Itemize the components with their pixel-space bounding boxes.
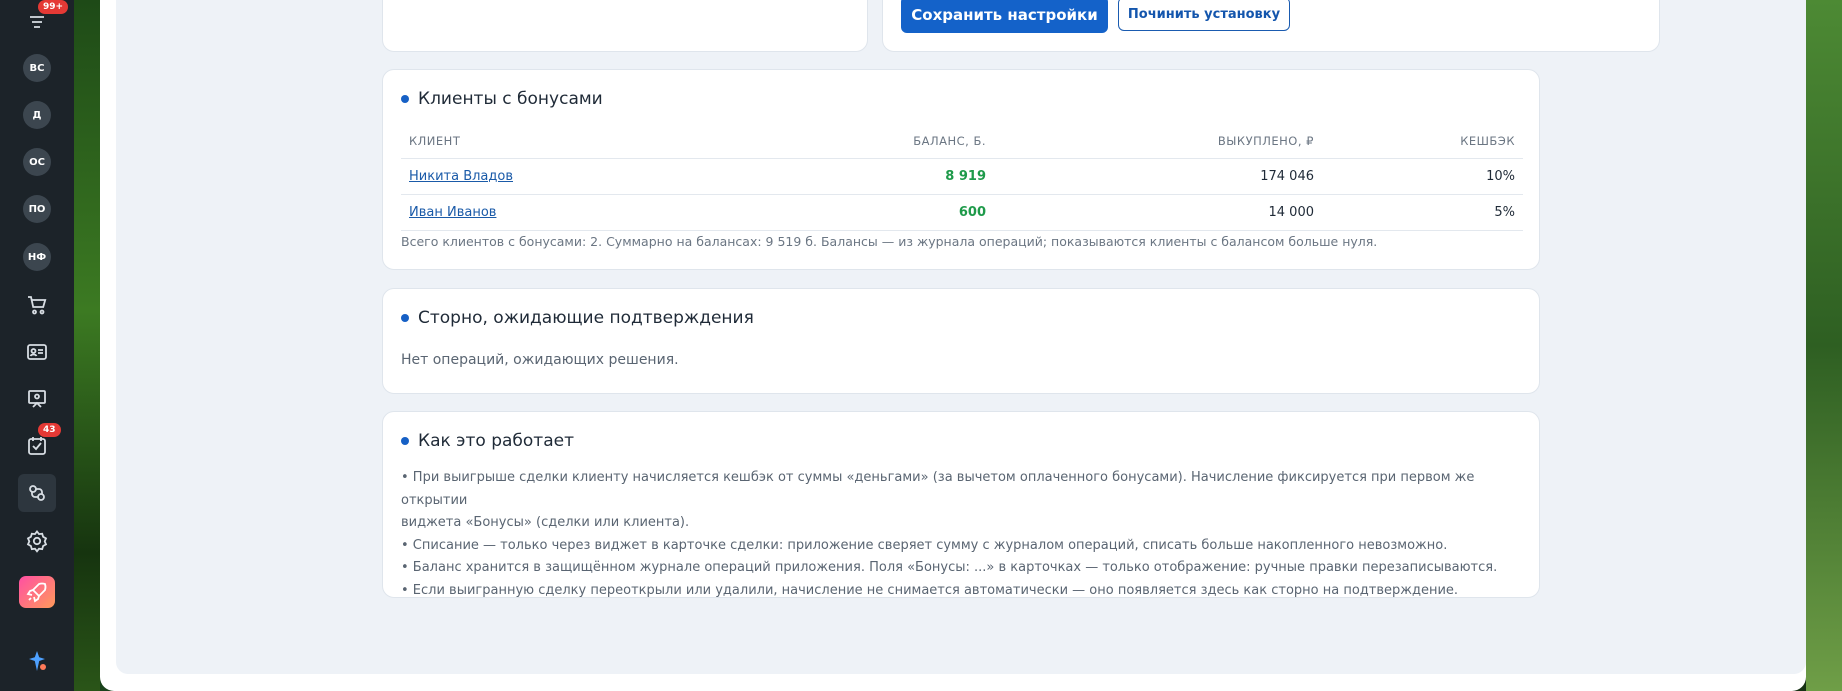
how-text: • При выигрыше сделки клиенту начисляетс… (401, 467, 1521, 602)
feed-badge: 99+ (38, 0, 69, 14)
how-it-works-card: Как это работает • При выигрыше сделки к… (382, 411, 1540, 598)
avatar: ПО (23, 195, 51, 223)
sidebar-item-settings[interactable] (18, 522, 56, 560)
sidebar-item-avatar-os[interactable]: ОС (18, 143, 56, 181)
task-check-icon (28, 437, 46, 455)
presentation-icon (28, 390, 46, 408)
sidebar-item-cart[interactable] (18, 286, 56, 324)
how-line: • Списание — только через виджет в карто… (401, 537, 1448, 553)
contact-card-icon (27, 344, 47, 360)
how-line: • Если выигранную сделку переоткрыли или… (401, 582, 1459, 598)
sidebar-item-launcher[interactable] (18, 573, 56, 611)
app-sidebar: 99+ ВС Д ОС ПО НФ 43 (0, 0, 74, 691)
how-line: виджета «Бонусы» (сделки или клиента). (401, 515, 690, 530)
client-purchased: 174 046 (994, 158, 1322, 195)
avatar: НФ (23, 243, 51, 271)
rocket-icon (19, 576, 55, 608)
how-title: Как это работает (401, 431, 574, 451)
sidebar-item-assistant[interactable] (18, 642, 56, 680)
main-page: Сохранить настройки Починить установку К… (100, 0, 1806, 691)
tasks-badge: 43 (38, 423, 61, 437)
client-purchased: 14 000 (994, 194, 1322, 231)
sidebar-item-avatar-nf[interactable]: НФ (18, 238, 56, 276)
column-header-cashback: КЕШБЭК (1322, 124, 1523, 159)
column-header-balance: БАЛАНС, Б. (861, 124, 994, 159)
table-row: Иван Иванов 600 14 000 5% (401, 194, 1523, 231)
table-row: Никита Владов 8 919 174 046 10% (401, 158, 1523, 195)
sidebar-item-avatar-vs[interactable]: ВС (18, 49, 56, 87)
repair-install-button[interactable]: Починить установку (1118, 0, 1290, 31)
client-cashback: 10% (1322, 158, 1523, 195)
page-content: Сохранить настройки Починить установку К… (116, 0, 1806, 674)
client-balance: 600 (861, 194, 994, 231)
sidebar-item-tasks[interactable]: 43 (18, 423, 61, 465)
sidebar-item-presentations[interactable] (18, 380, 56, 418)
column-header-client: КЛИЕНТ (401, 124, 861, 159)
how-line: • При выигрыше сделки клиенту начисляетс… (401, 470, 1475, 508)
settings-card-right: Сохранить настройки Починить установку (882, 0, 1660, 52)
client-link[interactable]: Никита Владов (409, 169, 513, 184)
client-cashback: 5% (1322, 194, 1523, 231)
avatar: ВС (23, 54, 51, 82)
sidebar-item-contacts[interactable] (18, 333, 56, 371)
sidebar-item-avatar-d[interactable]: Д (18, 96, 56, 134)
background-strip (74, 0, 100, 691)
sparkle-icon (29, 651, 46, 671)
gear-icon (26, 530, 48, 553)
list-icon (30, 16, 44, 28)
clients-title: Клиенты с бонусами (401, 89, 603, 109)
avatar: ОС (23, 148, 51, 176)
client-link[interactable]: Иван Иванов (409, 205, 496, 220)
settings-card-left (382, 0, 868, 52)
how-line: • Баланс хранится в защищённом журнале о… (401, 560, 1498, 575)
integrations-icon (29, 485, 45, 501)
sidebar-item-integrations[interactable] (18, 474, 56, 512)
column-header-purchased: ВЫКУПЛЕНО, ₽ (994, 124, 1322, 159)
storno-title: Сторно, ожидающие подтверждения (401, 308, 754, 328)
avatar: Д (23, 101, 51, 129)
sidebar-item-avatar-po[interactable]: ПО (18, 190, 56, 228)
sidebar-item-feed[interactable]: 99+ (18, 0, 69, 42)
table-header-row: КЛИЕНТ БАЛАНС, Б. ВЫКУПЛЕНО, ₽ КЕШБЭК (401, 124, 1523, 159)
clients-summary: Всего клиентов с бонусами: 2. Суммарно н… (401, 234, 1378, 249)
storno-empty-text: Нет операций, ожидающих решения. (401, 352, 679, 368)
client-balance: 8 919 (861, 158, 994, 195)
storno-card: Сторно, ожидающие подтверждения Нет опер… (382, 288, 1540, 394)
clients-table: КЛИЕНТ БАЛАНС, Б. ВЫКУПЛЕНО, ₽ КЕШБЭК Ни… (401, 124, 1523, 231)
cart-icon (28, 296, 47, 315)
background-right (1806, 0, 1842, 691)
save-settings-button[interactable]: Сохранить настройки (901, 0, 1108, 33)
clients-card: Клиенты с бонусами КЛИЕНТ БАЛАНС, Б. ВЫК… (382, 69, 1540, 270)
